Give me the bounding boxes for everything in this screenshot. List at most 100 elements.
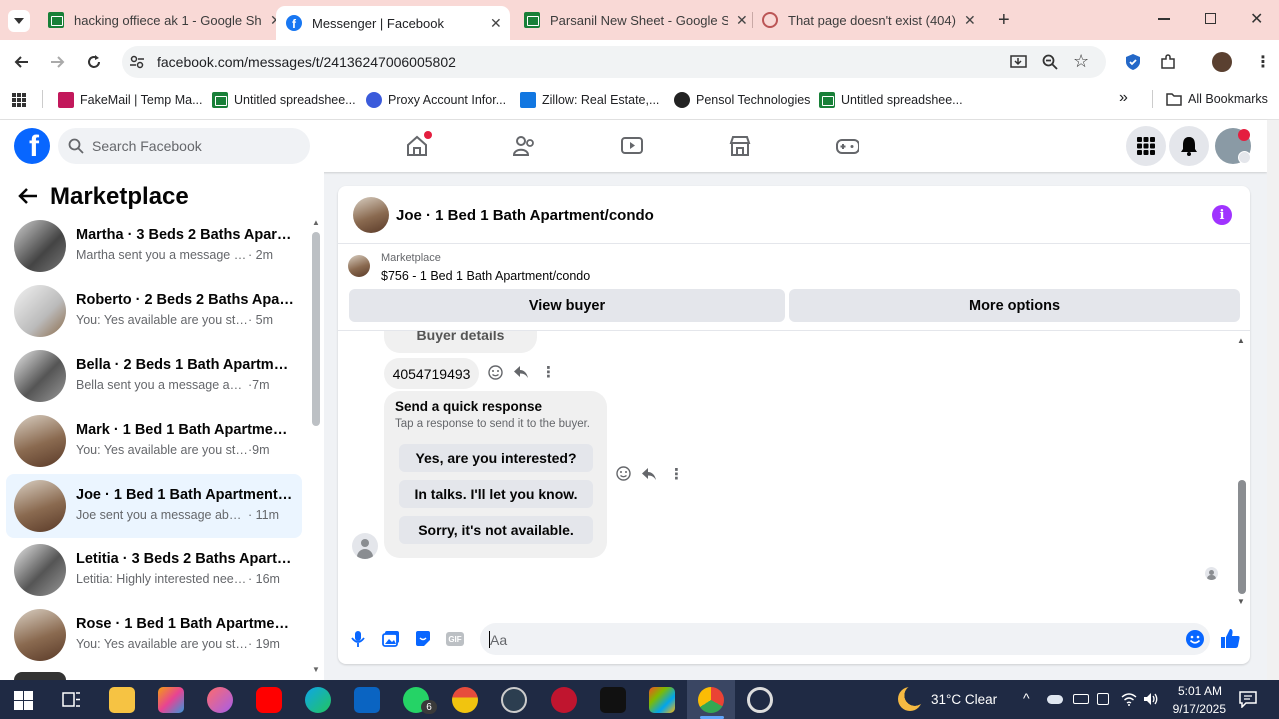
reply-icon[interactable] [641, 467, 657, 481]
opera-icon[interactable] [551, 687, 577, 713]
quick-reply-not-available[interactable]: Sorry, it's not available. [399, 516, 593, 544]
listing-price[interactable]: $756 - 1 Bed 1 Bath Apartment/condo [381, 269, 590, 283]
tiktok-icon[interactable] [600, 687, 626, 713]
profile-avatar[interactable] [1212, 52, 1232, 72]
restore-button[interactable] [1205, 13, 1216, 24]
bookmark-star-icon[interactable]: ☆ [1073, 51, 1089, 72]
page-scrollbar[interactable] [1267, 120, 1279, 680]
microphone-icon[interactable] [351, 630, 365, 648]
task-view-icon[interactable] [62, 690, 81, 709]
app-icon[interactable] [207, 687, 233, 713]
battery-icon[interactable] [1073, 694, 1089, 704]
emoji-icon[interactable] [1185, 629, 1205, 649]
sticker-icon[interactable] [414, 630, 432, 647]
wifi-icon[interactable] [1121, 692, 1137, 706]
install-app-icon[interactable] [1010, 54, 1027, 70]
tab-search-button[interactable] [8, 10, 30, 32]
conversation-item[interactable]: Rose · 1 Bed 1 Bath Apartment/c... You: … [6, 603, 302, 667]
info-icon[interactable]: i [1212, 205, 1232, 225]
medal-icon[interactable] [452, 687, 478, 713]
bookmark-fakemail[interactable]: FakeMail | Temp Ma... [58, 92, 203, 108]
forward-arrow-icon[interactable] [50, 54, 66, 70]
more-options-button[interactable]: More options [789, 289, 1240, 322]
notifications-button[interactable] [1169, 126, 1209, 166]
minimize-button[interactable] [1158, 18, 1170, 20]
kebab-menu-icon[interactable]: ⋮ [1255, 52, 1271, 72]
windows-start-icon[interactable] [14, 691, 33, 710]
scroll-down-arrow[interactable]: ▼ [312, 665, 320, 674]
close-icon[interactable]: ✕ [964, 12, 976, 29]
chrome-icon[interactable] [698, 687, 724, 713]
site-info-icon[interactable] [129, 54, 145, 70]
inbox-scrollbar[interactable] [312, 232, 320, 426]
onedrive-cloud-icon[interactable] [1047, 695, 1063, 704]
facebook-search[interactable]: Search Facebook [58, 128, 310, 164]
reply-icon[interactable] [513, 365, 529, 379]
all-bookmarks[interactable]: All Bookmarks [1166, 92, 1268, 106]
conversation-item[interactable]: Bella · 2 Beds 1 Bath Apartment/... Bell… [6, 344, 302, 408]
edge-icon[interactable] [305, 687, 331, 713]
thumbs-up-icon[interactable] [1220, 628, 1241, 649]
apps-grid-icon[interactable] [12, 93, 26, 107]
file-explorer-icon[interactable] [109, 687, 135, 713]
back-arrow-icon[interactable] [18, 187, 38, 205]
tab-404[interactable]: That page doesn't exist (404) - I ✕ [762, 6, 976, 34]
settings-gear-icon[interactable] [747, 687, 773, 713]
zoom-icon[interactable] [1042, 54, 1058, 70]
outlook-icon[interactable] [354, 687, 380, 713]
close-icon[interactable]: ✕ [736, 12, 748, 29]
scroll-up-arrow[interactable]: ▲ [1237, 336, 1245, 345]
more-actions-icon[interactable]: ⋮ [541, 363, 556, 381]
react-smiley-icon[interactable] [488, 365, 503, 380]
close-window-button[interactable]: ✕ [1250, 9, 1263, 29]
notification-center-icon[interactable] [1239, 691, 1257, 708]
tab-sheet-2[interactable]: Parsanil New Sheet - Google Sh ✕ [524, 6, 748, 34]
tab-sheet-1[interactable]: hacking offiece ak 1 - Google Sh ✕ [48, 6, 282, 34]
microsoft-store-icon[interactable] [649, 687, 675, 713]
account-chevron-icon[interactable] [1238, 151, 1251, 164]
weather-text[interactable]: 31°C Clear [931, 692, 997, 707]
url-text[interactable]: facebook.com/messages/t/2413624700600580… [157, 54, 456, 70]
view-buyer-button[interactable]: View buyer [349, 289, 785, 322]
chat-title[interactable]: Joe · 1 Bed 1 Bath Apartment/condo [396, 207, 654, 224]
app-icon[interactable] [501, 687, 527, 713]
quick-reply-in-talks[interactable]: In talks. I'll let you know. [399, 480, 593, 508]
friends-icon[interactable] [512, 134, 536, 158]
bookmark-proxy[interactable]: Proxy Account Infor... [366, 92, 506, 108]
tab-messenger[interactable]: f Messenger | Facebook ✕ [276, 6, 510, 40]
react-smiley-icon[interactable] [616, 466, 631, 481]
quick-reply-interested[interactable]: Yes, are you interested? [399, 444, 593, 472]
network-device-icon[interactable] [1097, 693, 1109, 705]
scroll-up-arrow[interactable]: ▲ [312, 218, 320, 227]
gif-icon[interactable]: GIF [446, 632, 464, 646]
scroll-down-arrow[interactable]: ▼ [1237, 597, 1245, 606]
clock-time[interactable]: 5:01 AM [1170, 684, 1222, 698]
copilot-icon[interactable] [158, 687, 184, 713]
video-icon[interactable] [620, 134, 644, 158]
gaming-icon[interactable] [835, 134, 859, 158]
conversation-item[interactable]: Mark · 1 Bed 1 Bath Apartment/... You: Y… [6, 409, 302, 473]
extensions-puzzle-icon[interactable] [1160, 54, 1176, 70]
bookmark-spreadsheet-2[interactable]: Untitled spreadshee... [819, 92, 963, 108]
conversation-item[interactable]: Martha · 3 Beds 2 Baths Apartm... Martha… [6, 214, 302, 278]
conversation-item[interactable]: Letitia · 3 Beds 2 Baths Apartme... Leti… [6, 538, 302, 602]
message-input[interactable] [480, 623, 1210, 655]
phone-message-bubble[interactable]: 4054719493 [384, 358, 479, 389]
bookmark-pensol[interactable]: Pensol Technologies [674, 92, 810, 108]
bookmark-zillow[interactable]: Zillow: Real Estate,... [520, 92, 659, 108]
marketplace-icon[interactable] [728, 134, 752, 158]
youtube-icon[interactable] [256, 687, 282, 713]
facebook-logo[interactable]: f [14, 128, 50, 164]
menu-button[interactable] [1126, 126, 1166, 166]
more-actions-icon[interactable]: ⋮ [669, 465, 684, 483]
tray-chevron-up-icon[interactable]: ^ [1023, 690, 1030, 706]
close-icon[interactable]: ✕ [490, 15, 502, 32]
bookmark-spreadsheet-1[interactable]: Untitled spreadshee... [212, 92, 356, 108]
chat-thumbnail[interactable] [353, 197, 389, 233]
messages-scrollbar[interactable] [1238, 480, 1246, 594]
new-tab-button[interactable]: + [998, 9, 1010, 32]
volume-icon[interactable] [1143, 692, 1159, 706]
conversation-item-selected[interactable]: Joe · 1 Bed 1 Bath Apartment/co... Joe s… [6, 474, 302, 538]
photo-icon[interactable] [382, 630, 400, 647]
clock-date[interactable]: 9/17/2025 [1164, 702, 1226, 716]
